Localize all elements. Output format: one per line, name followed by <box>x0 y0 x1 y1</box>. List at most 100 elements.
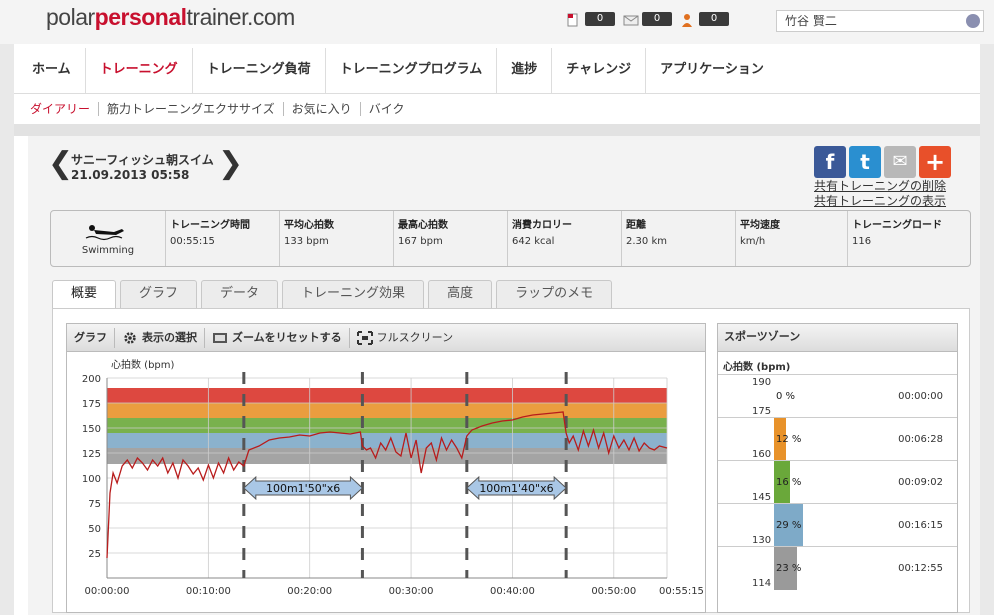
user-menu[interactable]: 竹谷 賢二 <box>776 10 984 32</box>
y-tick-label: 125 <box>82 449 101 460</box>
nav-progress[interactable]: 進捗 <box>497 48 553 94</box>
mail-share-icon[interactable]: ✉ <box>884 146 916 178</box>
interval-label: 100m1'40"x6 <box>479 482 553 495</box>
friends-count: 0 <box>699 12 729 26</box>
zone-time: 00:06:28 <box>898 434 943 445</box>
session-title: サニーフィッシュ朝スイム <box>71 153 214 167</box>
zone-percent: 12 % <box>776 434 802 445</box>
zone-row: 114 23 % 00:12:55 <box>718 546 957 590</box>
plus-icon[interactable]: + <box>919 146 951 178</box>
zone-row: 190 175 0 % 00:00:00 <box>718 374 957 417</box>
y-tick-label: 25 <box>88 549 101 560</box>
tab-overview[interactable]: 概要 <box>52 280 117 308</box>
zone-upper-bound: 190 <box>752 377 772 388</box>
y-tick-label: 150 <box>82 424 101 435</box>
stat-training-load: トレーニングロード 116 <box>852 220 942 247</box>
nav-training-load[interactable]: トレーニング負荷 <box>193 48 326 94</box>
zone-percent: 16 % <box>776 477 802 488</box>
chevron-right-icon[interactable]: ❯ <box>218 146 243 181</box>
zones-unit-label: 心拍数 (bpm) <box>723 362 791 373</box>
x-tick-label: 00:40:00 <box>490 586 535 597</box>
session-datetime: 21.09.2013 05:58 <box>71 168 190 182</box>
stat-calories: 消費カロリー 642 kcal <box>508 211 622 266</box>
documents-count: 0 <box>585 12 615 26</box>
view-shared-link[interactable]: 共有トレーニングの表示 <box>814 194 946 209</box>
x-ticks: 00:00:00 00:10:00 00:20:00 00:30:00 00:40:00… <box>85 586 704 597</box>
y-axis-label: 心拍数 (bpm) <box>111 358 175 371</box>
sport-cell: Swimming <box>51 211 166 266</box>
swimmer-icon <box>85 225 124 241</box>
share-buttons: f t ✉ + <box>814 146 951 178</box>
reset-zoom-button[interactable]: ズームをリセットする <box>205 327 350 348</box>
heart-rate-chart[interactable]: 心拍数 (bpm) 100m1'50"x6 100m1'40"x6 200 175 1… <box>67 352 705 610</box>
x-tick-label: 00:00:00 <box>85 586 130 597</box>
zone-percent: 29 % <box>776 520 802 531</box>
zone-time: 00:16:15 <box>898 520 943 531</box>
friends-counter[interactable]: 0 <box>680 12 729 27</box>
zone-row: 145 16 % 00:09:02 <box>718 460 957 504</box>
graph-toolbar: グラフ 表示の選択 ズームをリセットする フルスクリーン <box>67 324 705 352</box>
stat-avg-speed: 平均速度 km/h <box>736 211 848 266</box>
zone-row: 130 29 % 00:16:15 <box>718 503 957 547</box>
main-nav: ホーム トレーニング トレーニング負荷 トレーニングプログラム 進捗 チャレンジ… <box>14 44 980 94</box>
y-tick-label: 200 <box>82 374 101 385</box>
facebook-icon[interactable]: f <box>814 146 846 178</box>
hr-graph-panel: グラフ 表示の選択 ズームをリセットする フルスクリーン 心拍数 (bpm) 1… <box>66 323 706 613</box>
gear-icon[interactable] <box>966 14 980 28</box>
main-container: ホーム トレーニング トレーニング負荷 トレーニングプログラム 進捗 チャレンジ… <box>14 44 980 615</box>
zone-lower-bound: 160 <box>752 449 772 460</box>
subnav-bike[interactable]: バイク <box>361 102 413 116</box>
zone-time: 00:00:00 <box>898 391 943 402</box>
zoom-reset-icon <box>213 332 227 343</box>
divider-strip <box>14 124 980 136</box>
nav-training[interactable]: トレーニング <box>86 48 193 94</box>
nav-training-program[interactable]: トレーニングプログラム <box>326 48 498 94</box>
nav-applications[interactable]: アプリケーション <box>646 48 778 94</box>
tab-data[interactable]: データ <box>201 280 279 308</box>
interval-annotations: 100m1'50"x6 100m1'40"x6 <box>243 475 567 501</box>
fullscreen-icon <box>356 330 373 345</box>
fullscreen-button[interactable]: フルスクリーン <box>350 328 460 348</box>
x-tick-label: 00:50:00 <box>591 586 636 597</box>
sub-nav: ダイアリー 筋力トレーニングエクササイズ お気に入り バイク <box>14 94 980 124</box>
twitter-icon[interactable]: t <box>849 146 881 178</box>
documents-counter[interactable]: 0 <box>566 12 615 27</box>
zone-percent: 0 % <box>776 391 796 402</box>
zone-band <box>107 403 667 418</box>
tab-graph[interactable]: グラフ <box>120 280 198 308</box>
notification-counters: 0 0 0 <box>566 12 729 27</box>
y-tick-label: 100 <box>82 474 101 485</box>
graph-toolbar-title: グラフ <box>67 327 115 348</box>
y-tick-label: 175 <box>82 399 101 410</box>
y-ticks: 200 175 150 125 100 75 50 25 <box>82 374 101 560</box>
tab-altitude[interactable]: 高度 <box>428 280 493 308</box>
site-logo[interactable]: polarpersonaltrainer.com <box>46 4 295 31</box>
x-tick-label: 00:30:00 <box>389 586 434 597</box>
user-name: 竹谷 賢二 <box>785 14 837 28</box>
delete-shared-link[interactable]: 共有トレーニングの削除 <box>814 179 946 194</box>
zone-band <box>107 388 667 403</box>
chevron-left-icon[interactable]: ❮ <box>48 146 73 181</box>
zone-rows: 190 175 0 % 00:00:00 160 12 % 00:06:28 145 16 % 0… <box>718 374 957 590</box>
x-tick-label: 00:55:15 <box>659 586 704 597</box>
tab-training-effect[interactable]: トレーニング効果 <box>282 280 425 308</box>
x-tick-label: 00:20:00 <box>287 586 332 597</box>
subnav-diary[interactable]: ダイアリー <box>22 102 100 116</box>
nav-home[interactable]: ホーム <box>18 48 86 94</box>
subnav-strength-exercises[interactable]: 筋力トレーニングエクササイズ <box>99 102 284 116</box>
tab-lap-notes[interactable]: ラップのメモ <box>496 280 613 308</box>
y-tick-label: 75 <box>88 499 101 510</box>
nav-challenge[interactable]: チャレンジ <box>552 48 647 94</box>
y-tick-label: 50 <box>88 524 101 535</box>
interval-label: 100m1'50"x6 <box>266 482 340 495</box>
person-icon <box>680 12 694 27</box>
overview-panel: グラフ 表示の選択 ズームをリセットする フルスクリーン 心拍数 (bpm) 1… <box>52 308 970 613</box>
zone-lower-bound: 145 <box>752 492 772 503</box>
subnav-favorites[interactable]: お気に入り <box>284 102 361 116</box>
select-view-button[interactable]: 表示の選択 <box>115 327 205 348</box>
training-content: ❮ サニーフィッシュ朝スイム 21.09.2013 05:58 ❯ f t ✉ … <box>28 136 980 615</box>
stat-avg-hr: 平均心拍数 133 bpm <box>280 211 394 266</box>
stat-max-hr: 最高心拍数 167 bpm <box>394 211 508 266</box>
messages-counter[interactable]: 0 <box>623 12 672 26</box>
stat-distance: 距離 2.30 km <box>622 211 736 266</box>
